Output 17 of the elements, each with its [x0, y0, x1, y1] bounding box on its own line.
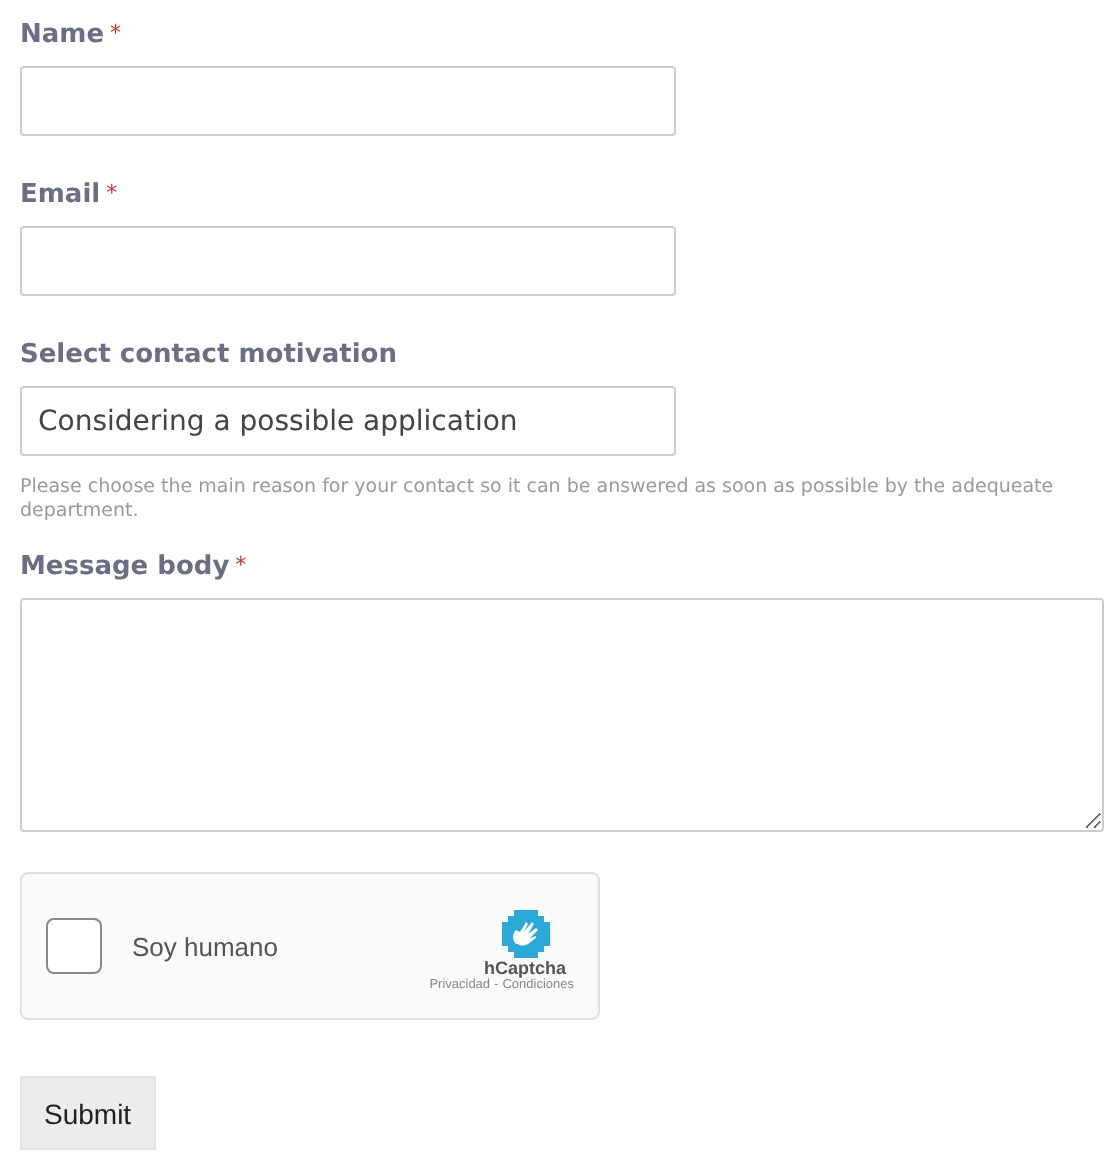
- hand-icon: [502, 909, 550, 957]
- field-label: Email: [20, 180, 101, 210]
- help-text: Please choose the main reason for your contact so it can be answered as soon as possible by the adequeate department.: [20, 476, 1056, 524]
- required-mark: *: [235, 552, 247, 578]
- required-mark: *: [106, 180, 118, 206]
- field-label: Message body: [20, 552, 230, 582]
- field-label: Name: [20, 20, 105, 50]
- captcha-brand: hCaptcha: [483, 957, 566, 977]
- required-mark: *: [110, 20, 122, 46]
- input-field[interactable]: [20, 66, 676, 136]
- captcha-checkbox[interactable]: [46, 918, 102, 974]
- input-field[interactable]: [20, 226, 676, 296]
- submit-button[interactable]: Submit: [20, 1076, 156, 1150]
- message-field[interactable]: [20, 598, 1104, 832]
- captcha-label: Soy humano: [132, 931, 280, 961]
- field-label: Select contact motivation: [20, 340, 397, 370]
- select-field[interactable]: Considering a possible application: [20, 386, 676, 456]
